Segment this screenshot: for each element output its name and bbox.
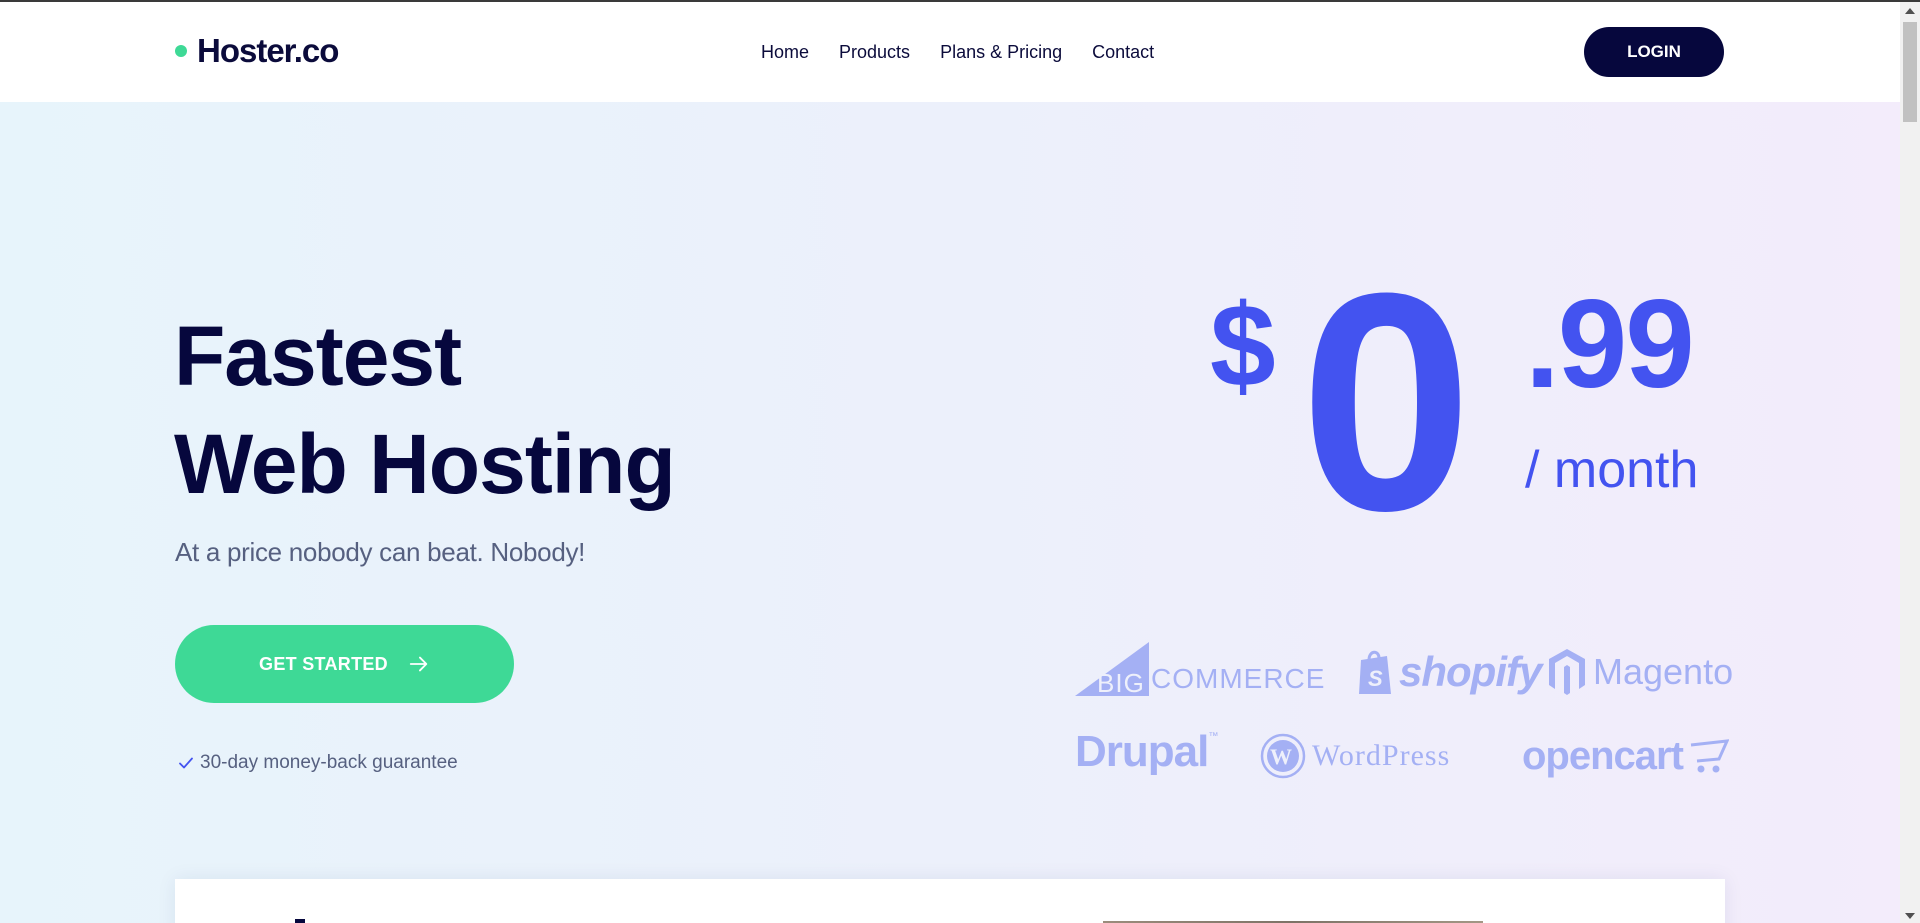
platform-logos: BIG COMMERCE S shopify Magento Drupal ™ … [1070,642,1733,792]
site-logo[interactable]: Hoster.co [175,32,339,70]
get-started-label: GET STARTED [259,653,388,674]
nav-plans-pricing[interactable]: Plans & Pricing [940,42,1062,63]
magento-logo: Magento [1547,647,1733,697]
wordpress-text: WordPress [1312,739,1451,772]
drupal-trademark: ™ [1208,731,1219,742]
guarantee-text: 30-day money-back guarantee [200,752,458,773]
bigcommerce-triangle-icon: BIG [1075,642,1149,698]
page-scrollbar[interactable] [1900,2,1920,923]
bigcommerce-logo: BIG COMMERCE [1075,642,1325,698]
drupal-text: Drupal [1075,727,1209,776]
drupal-logo: Drupal ™ [1075,727,1218,777]
price-cents: .99 [1525,275,1695,414]
opencart-logo: opencart [1522,734,1729,779]
shopify-text: shopify [1399,648,1542,695]
magento-mark-icon [1549,649,1585,695]
scroll-up-icon[interactable] [1905,8,1915,14]
nav-products[interactable]: Products [839,42,910,63]
headline-line-1: Fastest [174,309,462,403]
bigcommerce-text: COMMERCE [1151,663,1326,694]
svg-text:W: W [1270,744,1292,769]
price-whole: 0 [1300,228,1472,575]
login-button[interactable]: LOGIN [1584,27,1724,77]
check-icon [179,757,193,769]
scroll-down-icon[interactable] [1905,913,1915,919]
opencart-text: opencart [1522,734,1684,778]
hero-subhead: At a price nobody can beat. Nobody! [175,537,586,567]
nav-contact[interactable]: Contact [1092,42,1154,63]
nav-home[interactable]: Home [761,42,809,63]
opencart-cart-icon [1690,738,1729,772]
hero-section: Fastest Web Hosting At a price nobody ca… [0,102,1900,923]
logo-text: Hoster.co [197,32,339,69]
price-period: / month [1525,441,1699,499]
price-currency: $ [1210,280,1276,412]
scroll-thumb[interactable] [1903,22,1917,122]
magento-text: Magento [1593,651,1734,692]
features-card [175,879,1725,923]
price-display: $ 0 .99 / month [1200,247,1720,557]
wordpress-mark-icon: W [1260,733,1306,779]
site-header: Hoster.co Home Products Plans & Pricing … [0,2,1900,102]
svg-text:S: S [1368,666,1383,691]
card-heading-fragment [295,919,305,923]
bigcommerce-big-text: BIG [1097,668,1145,698]
headline-line-2: Web Hosting [174,417,676,511]
guarantee-note: 30-day money-back guarantee [178,752,458,774]
page: Fastest Web Hosting At a price nobody ca… [0,0,1920,923]
wordpress-logo: W WordPress [1260,733,1450,779]
shopify-logo: S shopify [1357,648,1542,696]
logo-dot-icon [175,45,187,57]
arrow-right-icon [409,656,428,672]
hero-headline: Fastest Web Hosting [174,302,676,518]
get-started-button[interactable]: GET STARTED [175,625,514,703]
shopify-bag-icon: S [1359,650,1391,694]
main-nav: Home Products Plans & Pricing Contact [761,42,1154,63]
